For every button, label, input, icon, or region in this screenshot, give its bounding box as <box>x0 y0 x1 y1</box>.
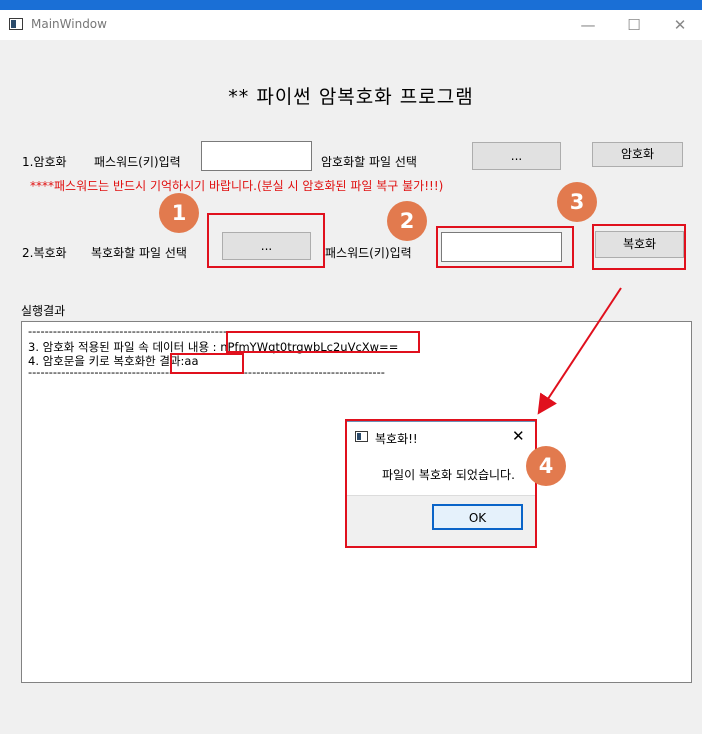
decrypt-section-label: 2.복호화 <box>22 246 67 260</box>
decrypt-password-label: 패스워드(키)입력 <box>325 246 412 260</box>
annotation-box-dialog <box>345 419 537 548</box>
annotation-box-decrypt-browse <box>207 213 325 268</box>
marker-1: 1 <box>159 193 199 233</box>
annotation-box-decrypt-password <box>436 226 574 268</box>
encrypt-file-label: 암호화할 파일 선택 <box>321 155 417 169</box>
encrypt-button[interactable]: 암호화 <box>592 142 683 167</box>
decrypt-file-label: 복호화할 파일 선택 <box>91 246 187 260</box>
annotation-box-plaintext <box>170 353 244 374</box>
marker-3: 3 <box>557 182 597 222</box>
result-label: 실행결과 <box>21 304 66 318</box>
window-title: MainWindow <box>31 17 107 31</box>
encrypt-password-label: 패스워드(키)입력 <box>94 155 181 169</box>
maximize-icon[interactable]: ☐ <box>611 10 657 40</box>
password-warning: ****패스워드는 반드시 기억하시기 바랍니다.(분실 시 암호화된 파일 복… <box>30 179 444 193</box>
marker-4: 4 <box>526 446 566 486</box>
marker-2: 2 <box>387 201 427 241</box>
annotation-arrow <box>537 287 622 415</box>
page-title: ** 파이썬 암복호화 프로그램 <box>228 86 474 108</box>
encrypt-browse-button[interactable]: ... <box>472 142 561 170</box>
annotation-box-ciphertext <box>226 331 420 353</box>
encrypt-password-input[interactable] <box>201 141 312 171</box>
annotation-box-decrypt-button <box>592 224 686 270</box>
encrypt-section-label: 1.암호화 <box>22 155 67 169</box>
app-window-icon <box>9 18 23 30</box>
minimize-icon[interactable]: — <box>565 10 611 40</box>
window-top-accent <box>0 0 702 10</box>
close-icon[interactable]: ✕ <box>657 10 702 40</box>
